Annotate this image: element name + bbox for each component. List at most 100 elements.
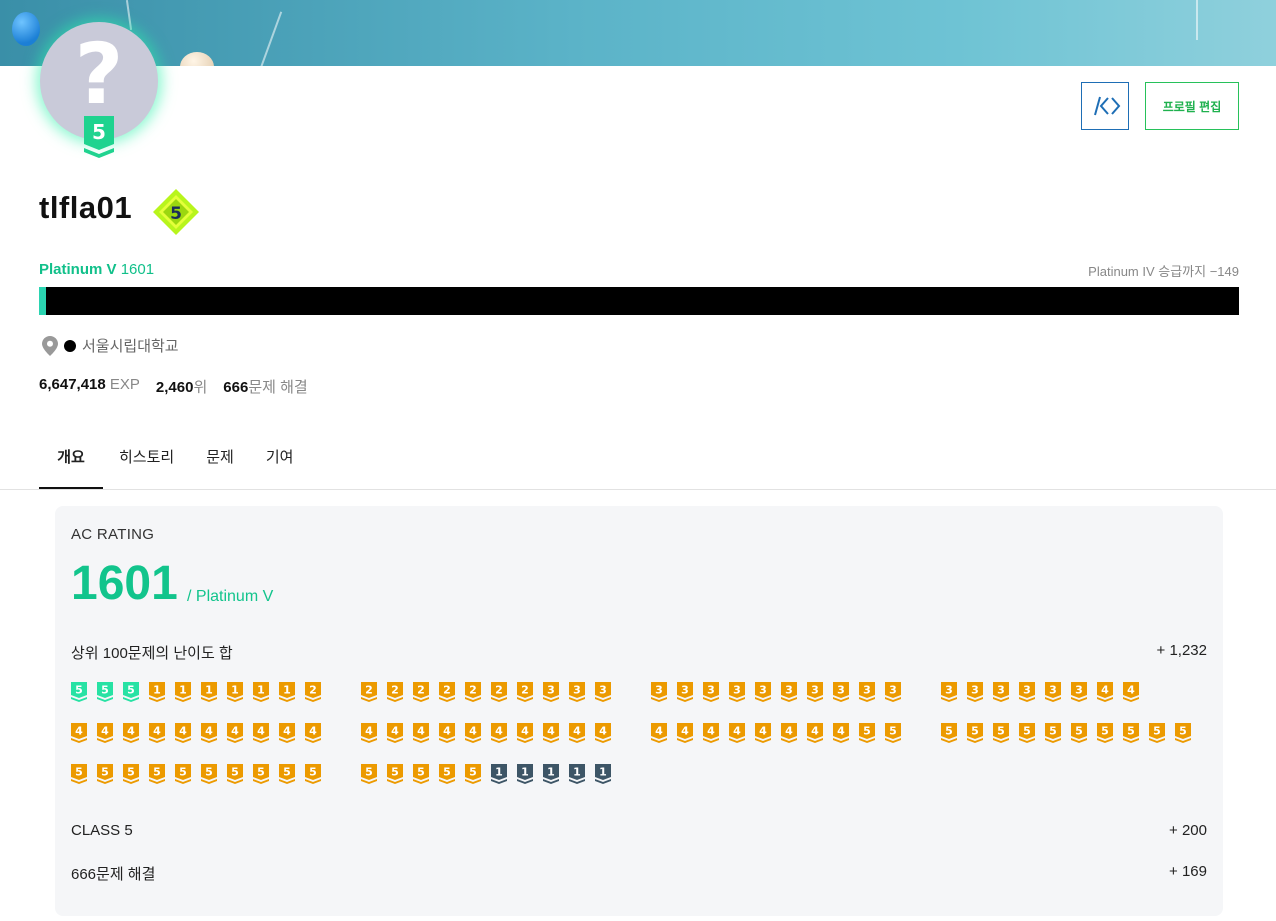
problem-tier-badge-icon[interactable]: 4	[71, 723, 91, 745]
edit-profile-button[interactable]: 프로필 편집	[1145, 82, 1239, 130]
problem-tier-badge-icon[interactable]: 5	[123, 682, 143, 704]
problem-tier-badge-icon[interactable]: 4	[465, 723, 485, 745]
problem-tier-badge-icon[interactable]: 5	[967, 723, 987, 745]
tier-badge-icon[interactable]: 5	[152, 188, 200, 236]
problem-tier-badge-icon[interactable]: 2	[413, 682, 433, 704]
problem-tier-badge-icon[interactable]: 2	[439, 682, 459, 704]
problem-tier-badge-icon[interactable]: 3	[543, 682, 563, 704]
problem-tier-badge-icon[interactable]: 5	[413, 764, 433, 786]
problem-tier-badge-icon[interactable]: 5	[97, 682, 117, 704]
problem-tier-badge-icon[interactable]: 5	[1175, 723, 1195, 745]
problem-tier-badge-icon[interactable]: 1	[517, 764, 537, 786]
problem-tier-badge-icon[interactable]: 3	[595, 682, 615, 704]
problem-tier-badge-icon[interactable]: 5	[71, 682, 91, 704]
problem-tier-badge-icon[interactable]: 4	[729, 723, 749, 745]
problem-tier-badge-icon[interactable]: 5	[859, 723, 879, 745]
problem-tier-badge-icon[interactable]: 5	[465, 764, 485, 786]
problem-tier-badge-icon[interactable]: 3	[885, 682, 905, 704]
problem-tier-badge-icon[interactable]: 4	[279, 723, 299, 745]
problem-tier-badge-icon[interactable]: 4	[201, 723, 221, 745]
problem-tier-badge-icon[interactable]: 3	[833, 682, 853, 704]
problem-tier-badge-icon[interactable]: 5	[885, 723, 905, 745]
problem-tier-badge-icon[interactable]: 3	[755, 682, 775, 704]
problem-tier-badge-icon[interactable]: 4	[1097, 682, 1117, 704]
problem-tier-badge-icon[interactable]: 5	[305, 764, 325, 786]
problem-tier-badge-icon[interactable]: 1	[149, 682, 169, 704]
problem-tier-badge-icon[interactable]: 5	[1149, 723, 1169, 745]
problem-tier-badge-icon[interactable]: 5	[175, 764, 195, 786]
problem-tier-badge-icon[interactable]: 2	[465, 682, 485, 704]
organization-name[interactable]: 서울시립대학교	[82, 335, 179, 356]
problem-tier-badge-icon[interactable]: 5	[1045, 723, 1065, 745]
problem-tier-badge-icon[interactable]: 5	[361, 764, 381, 786]
problem-tier-badge-icon[interactable]: 5	[387, 764, 407, 786]
problem-tier-badge-icon[interactable]: 3	[807, 682, 827, 704]
problem-tier-badge-icon[interactable]: 4	[227, 723, 247, 745]
problem-tier-badge-icon[interactable]: 3	[569, 682, 589, 704]
problem-tier-badge-icon[interactable]: 1	[491, 764, 511, 786]
problem-tier-badge-icon[interactable]: 3	[651, 682, 671, 704]
problem-tier-badge-icon[interactable]: 3	[781, 682, 801, 704]
problem-tier-badge-icon[interactable]: 4	[491, 723, 511, 745]
problem-tier-badge-icon[interactable]: 3	[941, 682, 961, 704]
problem-tier-badge-icon[interactable]: 4	[305, 723, 325, 745]
rank-stat[interactable]: 2,460위	[156, 376, 207, 397]
problem-tier-badge-icon[interactable]: 4	[543, 723, 563, 745]
problem-tier-badge-icon[interactable]: 2	[361, 682, 381, 704]
problem-tier-badge-icon[interactable]: 3	[1045, 682, 1065, 704]
problem-tier-badge-icon[interactable]: 4	[123, 723, 143, 745]
problem-tier-badge-icon[interactable]: 4	[595, 723, 615, 745]
problem-tier-badge-icon[interactable]: 5	[227, 764, 247, 786]
problem-tier-badge-icon[interactable]: 5	[71, 764, 91, 786]
problem-tier-badge-icon[interactable]: 4	[97, 723, 117, 745]
problem-tier-badge-icon[interactable]: 1	[595, 764, 615, 786]
problem-tier-badge-icon[interactable]: 5	[1019, 723, 1039, 745]
problem-tier-badge-icon[interactable]: 3	[1019, 682, 1039, 704]
problem-tier-badge-icon[interactable]: 3	[1071, 682, 1091, 704]
problem-tier-badge-icon[interactable]: 4	[651, 723, 671, 745]
problem-tier-badge-icon[interactable]: 1	[253, 682, 273, 704]
problem-tier-badge-icon[interactable]: 3	[703, 682, 723, 704]
problem-tier-badge-icon[interactable]: 5	[439, 764, 459, 786]
problem-tier-badge-icon[interactable]: 3	[993, 682, 1013, 704]
problem-tier-badge-icon[interactable]: 4	[703, 723, 723, 745]
problem-tier-badge-icon[interactable]: 5	[1071, 723, 1091, 745]
problem-tier-badge-icon[interactable]: 1	[201, 682, 221, 704]
problem-tier-badge-icon[interactable]: 5	[993, 723, 1013, 745]
problem-tier-badge-icon[interactable]: 4	[569, 723, 589, 745]
problem-tier-badge-icon[interactable]: 1	[175, 682, 195, 704]
problem-tier-badge-icon[interactable]: 5	[253, 764, 273, 786]
problem-tier-badge-icon[interactable]: 4	[175, 723, 195, 745]
problem-tier-badge-icon[interactable]: 5	[149, 764, 169, 786]
problem-tier-badge-icon[interactable]: 4	[149, 723, 169, 745]
problem-tier-badge-icon[interactable]: 3	[859, 682, 879, 704]
tab-overview[interactable]: 개요	[39, 440, 103, 489]
problem-tier-badge-icon[interactable]: 5	[1123, 723, 1143, 745]
problem-tier-badge-icon[interactable]: 5	[201, 764, 221, 786]
problem-tier-badge-icon[interactable]: 4	[439, 723, 459, 745]
problem-tier-badge-icon[interactable]: 2	[517, 682, 537, 704]
problem-tier-badge-icon[interactable]: 5	[1097, 723, 1117, 745]
code-view-button[interactable]	[1081, 82, 1129, 130]
problem-tier-badge-icon[interactable]: 4	[781, 723, 801, 745]
tab-history[interactable]: 히스토리	[103, 440, 190, 489]
problem-tier-badge-icon[interactable]: 3	[677, 682, 697, 704]
problem-tier-badge-icon[interactable]: 4	[807, 723, 827, 745]
problem-tier-badge-icon[interactable]: 4	[677, 723, 697, 745]
problem-tier-badge-icon[interactable]: 1	[543, 764, 563, 786]
problem-tier-badge-icon[interactable]: 4	[517, 723, 537, 745]
tab-problems[interactable]: 문제	[190, 440, 250, 489]
problem-tier-badge-icon[interactable]: 1	[569, 764, 589, 786]
problem-tier-badge-icon[interactable]: 1	[227, 682, 247, 704]
problem-tier-badge-icon[interactable]: 4	[387, 723, 407, 745]
problem-tier-badge-icon[interactable]: 3	[967, 682, 987, 704]
problem-tier-badge-icon[interactable]: 5	[279, 764, 299, 786]
problem-tier-badge-icon[interactable]: 4	[413, 723, 433, 745]
problem-tier-badge-icon[interactable]: 3	[729, 682, 749, 704]
problem-tier-badge-icon[interactable]: 4	[253, 723, 273, 745]
problem-tier-badge-icon[interactable]: 5	[123, 764, 143, 786]
problem-tier-badge-icon[interactable]: 4	[755, 723, 775, 745]
problem-tier-badge-icon[interactable]: 2	[305, 682, 325, 704]
problem-tier-badge-icon[interactable]: 4	[833, 723, 853, 745]
problem-tier-badge-icon[interactable]: 2	[491, 682, 511, 704]
